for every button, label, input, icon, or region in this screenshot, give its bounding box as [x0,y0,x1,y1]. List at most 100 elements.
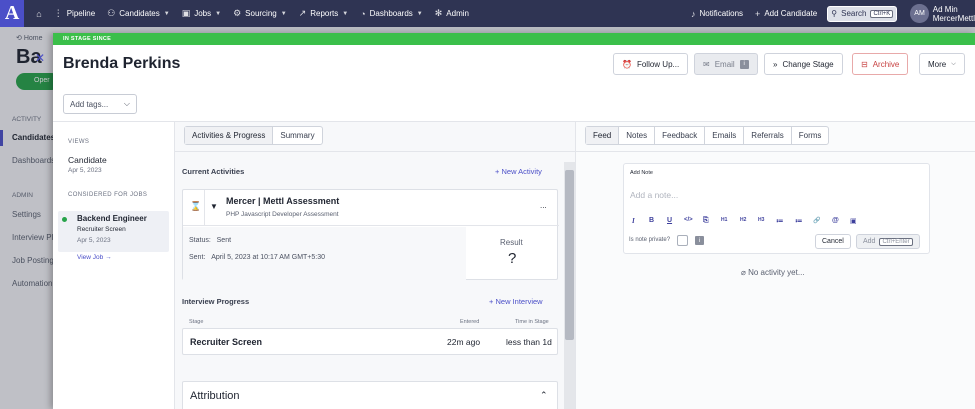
assessment-title: Mercer | Mettl Assessment [226,196,340,206]
chevron-down-icon: ⌵ [951,60,956,67]
nav-admin[interactable]: ✻ Admin [435,8,469,19]
ordered-list-icon[interactable]: ≔ [776,217,783,225]
candidate-drawer: IN STAGE SINCE ✕ Brenda Perkins ⏰ Follow … [35,33,975,409]
mention-icon[interactable]: @ [832,217,839,224]
tab-summary[interactable]: Summary [273,127,321,144]
hourglass-icon: ⌛ [190,201,202,211]
plus-icon: + [755,8,761,19]
add-shortcut: Ctrl+Enter [879,237,913,246]
view-candidate[interactable]: Candidate [68,155,107,165]
add-note-button[interactable]: Add Ctrl+Enter [856,234,920,249]
col-time-in-stage: Time in Stage [515,319,549,325]
heading2-icon[interactable]: H2 [740,217,746,223]
note-input[interactable]: Add a note... [630,190,678,200]
candidate-name: Brenda Perkins [63,55,181,72]
attribution-section[interactable]: Attribution ⌃ [182,381,558,409]
status-row: Status: Sent [189,237,232,244]
chevron-down-icon: ▼ [163,10,170,17]
user-org: MercerMettl [932,13,975,23]
archive-icon: ⊟ [861,59,868,69]
tab-referrals[interactable]: Referrals [744,127,792,144]
tab-notes[interactable]: Notes [619,127,656,144]
underline-icon[interactable]: U [667,217,672,224]
heading3-icon[interactable]: H3 [758,217,764,223]
notifications-button[interactable]: ♪ Notifications [691,9,743,19]
arrow-right-icon: → [105,254,112,261]
assessment-subtitle: PHP Javascript Developer Assessment [226,211,339,218]
user-menu[interactable]: Ad Min MercerMettl [933,5,975,23]
scrollbar[interactable] [564,162,575,409]
home-icon[interactable]: ⌂ [36,9,41,19]
nav-pipeline[interactable]: ⋮ Pipeline [54,8,95,19]
nav-jobs[interactable]: ▣ Jobs ▼ [182,8,221,19]
private-label: Is note private? [629,237,671,243]
search-icon: ⚲ [831,9,838,18]
views-label: VIEWS [68,139,90,145]
tab-feed[interactable]: Feed [586,127,620,144]
italic-icon[interactable]: I [632,217,635,225]
feed-tabs-divider [576,151,975,152]
feed-tabs: Feed Notes Feedback Emails Referrals For… [585,126,830,145]
archive-button[interactable]: ⊟ Archive [852,53,909,75]
col-stage: Stage [189,319,204,325]
view-job-link[interactable]: View Job → [77,254,112,261]
add-tags-dropdown[interactable]: Add tags... ⌵ [63,94,137,114]
email-button[interactable]: ✉ Email i [694,53,758,75]
new-interview-button[interactable]: + New Interview [489,297,543,306]
view-date: Apr 5, 2023 [68,167,102,174]
cancel-button[interactable]: Cancel [815,234,851,249]
feed-column: Feed Notes Feedback Emails Referrals For… [576,122,975,409]
pipeline-icon: ⋮ [53,8,63,18]
collapse-toggle-icon[interactable]: ▼ [210,202,218,211]
private-checkbox[interactable] [677,235,688,246]
row-entered: 22m ago [447,337,481,347]
heading1-icon[interactable]: H1 [721,217,727,223]
tab-emails[interactable]: Emails [705,127,745,144]
result-label: Result [500,238,523,247]
search-button[interactable]: ⚲ Search Ctrl+K [827,5,898,22]
chevron-up-icon: ⌃ [540,390,548,400]
nav-dashboards[interactable]: ◔ Dashboards ▼ [360,9,423,19]
assessment-header-divider [204,190,205,226]
change-stage-button[interactable]: » Change Stage [764,53,843,75]
activities-column: Activities & Progress Summary Current Ac… [175,122,576,409]
bold-icon[interactable]: B [649,217,654,224]
briefcase-icon: ▣ [181,8,191,18]
template-icon[interactable]: ▣ [850,217,857,225]
nav-candidates[interactable]: ⚇ Candidates ▼ [107,8,170,19]
double-chevron-icon: » [773,59,778,69]
close-icon[interactable]: ✕ [35,51,45,65]
info-icon: i [739,59,749,69]
tabs-divider [175,151,575,152]
chevron-down-icon: ▼ [215,10,222,17]
plus-icon: + [495,167,500,176]
job-status-dot [62,217,67,222]
tab-activities-progress[interactable]: Activities & Progress [185,127,274,144]
job-title: Backend Engineer [77,214,147,223]
follow-up-button[interactable]: ⏰ Follow Up... [613,53,689,75]
sent-row: Sent: April 5, 2023 at 10:17 AM GMT+5:30 [189,254,326,261]
activity-menu-button[interactable]: ... [540,201,547,210]
code-block-icon[interactable]: ⎘ [703,217,709,225]
tab-feedback[interactable]: Feedback [655,127,706,144]
tab-forms[interactable]: Forms [792,127,829,144]
link-icon[interactable]: 🔗 [813,217,820,224]
col-entered: Entered [460,319,480,325]
add-candidate-button[interactable]: + Add Candidate [755,9,817,19]
reports-icon: ↗ [298,8,307,18]
avatar[interactable]: AM [910,4,929,23]
new-activity-button[interactable]: + New Activity [495,167,542,176]
more-button[interactable]: More ⌵ [919,53,965,75]
scrollbar-thumb[interactable] [565,170,574,340]
nav-sourcing[interactable]: ⚙ Sourcing ▼ [233,8,287,19]
current-activities-heading: Current Activities [182,167,245,176]
chevron-down-icon: ⌵ [123,99,130,108]
dashboard-icon: ◔ [360,8,366,19]
code-icon[interactable]: </> [684,217,693,223]
search-shortcut: Ctrl+K [870,9,894,18]
chevron-down-icon: ▼ [416,10,423,17]
bullet-list-icon[interactable]: ≔ [795,217,802,225]
nav-reports[interactable]: ↗ Reports ▼ [299,8,349,19]
app-logo[interactable]: A [0,0,25,27]
table-row[interactable]: Recruiter Screen 22m ago less than 1d [182,328,558,355]
